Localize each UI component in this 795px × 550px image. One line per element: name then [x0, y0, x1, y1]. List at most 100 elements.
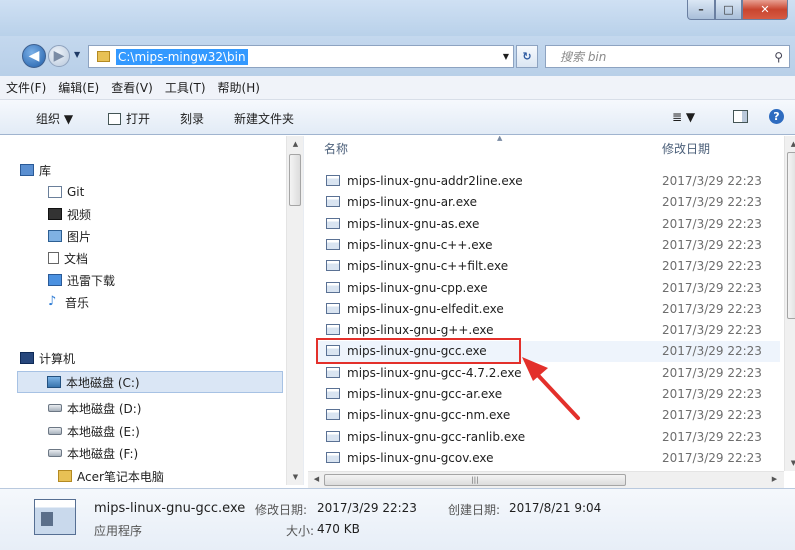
- help-icon[interactable]: ?: [769, 109, 784, 124]
- nav-videos[interactable]: 视频: [48, 203, 286, 225]
- file-row[interactable]: mips-linux-gnu-elfedit.exe 2017/3/29 22:2…: [316, 299, 780, 320]
- menu-help[interactable]: 帮助(H): [218, 79, 260, 96]
- nav-label: Acer笔记本电脑: [77, 469, 164, 484]
- menu-view[interactable]: 查看(V): [111, 79, 153, 96]
- minimize-button[interactable]: –: [687, 0, 715, 20]
- scroll-down-icon[interactable]: ▼: [785, 459, 795, 467]
- nav-label: 迅雷下载: [67, 273, 116, 288]
- file-modified-date: 2017/3/29 22:23: [662, 344, 762, 359]
- search-placeholder: 搜索 bin: [560, 50, 607, 64]
- exe-file-icon: [326, 175, 340, 186]
- file-row[interactable]: mips-linux-gnu-gcc-ranlib.exe 2017/3/29 2…: [316, 427, 780, 448]
- nav-scrollbar[interactable]: ▲ ▼: [286, 136, 303, 485]
- organize-button[interactable]: 组织 ▼: [36, 110, 73, 127]
- scroll-thumb[interactable]: [289, 154, 301, 206]
- menu-tools[interactable]: 工具(T): [165, 79, 206, 96]
- address-bar[interactable]: C:\mips-mingw32\bin ▼: [88, 45, 514, 68]
- file-modified-date: 2017/3/29 22:23: [662, 174, 762, 188]
- nav-thunder-downloads[interactable]: 迅雷下载: [48, 269, 286, 291]
- nav-label: 本地磁盘 (E:): [67, 424, 140, 439]
- video-icon: [48, 208, 62, 220]
- details-modified-label: 修改日期:: [255, 503, 308, 517]
- filelist-hscrollbar[interactable]: ◀ ||| ▶: [308, 471, 784, 488]
- file-row[interactable]: mips-linux-gnu-addr2line.exe 2017/3/29 22…: [316, 171, 780, 192]
- nav-pictures[interactable]: 图片: [48, 225, 286, 247]
- close-button[interactable]: ✕: [742, 0, 788, 20]
- exe-file-icon: [326, 281, 340, 293]
- nav-drive-e[interactable]: 本地磁盘 (E:): [48, 420, 286, 442]
- menu-edit[interactable]: 编辑(E): [58, 79, 99, 96]
- file-modified-date: 2017/3/29 22:23: [662, 259, 762, 274]
- nav-drive-d[interactable]: 本地磁盘 (D:): [48, 397, 286, 419]
- file-row[interactable]: mips-linux-gnu-gcc-ar.exe 2017/3/29 22:23: [316, 384, 780, 405]
- column-header-name[interactable]: 名称 ▲: [324, 136, 654, 161]
- column-name-label: 名称: [324, 142, 349, 156]
- file-name: mips-linux-gnu-g++.exe: [347, 323, 494, 338]
- scroll-up-icon[interactable]: ▲: [287, 140, 304, 148]
- file-name: mips-linux-gnu-gcc-nm.exe: [347, 408, 511, 423]
- file-row[interactable]: mips-linux-gnu-gcov.exe 2017/3/29 22:23: [316, 448, 780, 469]
- scroll-thumb[interactable]: [787, 152, 795, 319]
- search-input[interactable]: 搜索 bin ⚲: [545, 45, 790, 68]
- preview-pane-icon[interactable]: [733, 110, 748, 123]
- burn-button[interactable]: 刻录: [180, 110, 204, 127]
- details-size-value: 470 KB: [317, 522, 360, 536]
- file-row[interactable]: mips-linux-gnu-cpp.exe 2017/3/29 22:23: [316, 278, 780, 299]
- scroll-right-icon[interactable]: ▶: [766, 475, 783, 483]
- exe-file-icon: [326, 217, 340, 229]
- forward-button[interactable]: ▶: [48, 45, 70, 67]
- nav-libraries[interactable]: 库: [20, 159, 286, 181]
- open-button[interactable]: 打开: [108, 110, 150, 127]
- nav-drive-c[interactable]: 本地磁盘 (C:): [17, 371, 283, 393]
- nav-label: 库: [39, 163, 52, 178]
- scroll-up-icon[interactable]: ▲: [785, 140, 795, 148]
- nav-drive-f[interactable]: 本地磁盘 (F:): [48, 442, 286, 464]
- nav-acer-folder[interactable]: Acer笔记本电脑: [58, 465, 286, 485]
- file-row[interactable]: mips-linux-gnu-c++filt.exe 2017/3/29 22:2…: [316, 256, 780, 277]
- file-modified-date: 2017/3/29 22:23: [662, 323, 762, 338]
- filelist-scrollbar[interactable]: ▲ ▼: [784, 136, 795, 471]
- folder-icon: [58, 470, 72, 482]
- file-row[interactable]: mips-linux-gnu-gcc-4.7.2.exe 2017/3/29 22…: [316, 363, 780, 384]
- exe-file-icon: [326, 324, 340, 336]
- file-row[interactable]: mips-linux-gnu-ar.exe 2017/3/29 22:23: [316, 192, 780, 213]
- exe-file-icon: [326, 196, 340, 208]
- menu-file[interactable]: 文件(F): [6, 79, 46, 96]
- git-icon: [48, 186, 62, 198]
- address-dropdown-icon[interactable]: ▼: [503, 52, 509, 61]
- exe-file-icon: [326, 409, 340, 421]
- document-icon: [48, 252, 59, 264]
- highlight-box: [316, 338, 521, 364]
- menu-bar: 文件(F) 编辑(E) 查看(V) 工具(T) 帮助(H): [0, 76, 795, 100]
- recent-pages-dropdown[interactable]: ▼: [74, 50, 80, 59]
- file-modified-date: 2017/3/29 22:23: [662, 450, 762, 465]
- nav-music[interactable]: ♪ 音乐: [48, 291, 286, 313]
- details-pane: mips-linux-gnu-gcc.exe 应用程序 修改日期: 2017/3…: [0, 488, 795, 550]
- scroll-left-icon[interactable]: ◀: [308, 475, 325, 483]
- address-path[interactable]: C:\mips-mingw32\bin: [116, 48, 248, 65]
- back-button[interactable]: ◀: [22, 44, 46, 68]
- nav-computer[interactable]: 计算机: [20, 347, 286, 369]
- file-name: mips-linux-gnu-gcc-4.7.2.exe: [347, 365, 522, 380]
- file-row[interactable]: mips-linux-gnu-gcc-nm.exe 2017/3/29 22:23: [316, 405, 780, 426]
- nav-label: 本地磁盘 (C:): [66, 375, 140, 390]
- view-options-button[interactable]: ≣ ▼: [672, 110, 695, 124]
- column-header-modified[interactable]: 修改日期: [662, 136, 772, 161]
- refresh-button[interactable]: ↻: [516, 45, 538, 68]
- search-icon[interactable]: ⚲: [774, 50, 783, 64]
- nav-git[interactable]: Git: [48, 181, 286, 203]
- title-bar: – □ ✕: [0, 0, 795, 36]
- new-folder-button[interactable]: 新建文件夹: [234, 110, 294, 127]
- nav-label: 音乐: [65, 295, 90, 310]
- open-icon: [108, 113, 121, 125]
- nav-documents[interactable]: 文档: [48, 247, 286, 269]
- scroll-down-icon[interactable]: ▼: [287, 473, 304, 481]
- file-row[interactable]: mips-linux-gnu-as.exe 2017/3/29 22:23: [316, 214, 780, 235]
- scroll-thumb[interactable]: |||: [324, 474, 626, 486]
- file-row[interactable]: mips-linux-gnu-c++.exe 2017/3/29 22:23: [316, 235, 780, 256]
- file-modified-date: 2017/3/29 22:23: [662, 301, 762, 316]
- maximize-button[interactable]: □: [715, 0, 742, 20]
- download-icon: [48, 274, 62, 286]
- file-modified-date: 2017/3/29 22:23: [662, 387, 762, 401]
- file-name: mips-linux-gnu-as.exe: [347, 216, 480, 231]
